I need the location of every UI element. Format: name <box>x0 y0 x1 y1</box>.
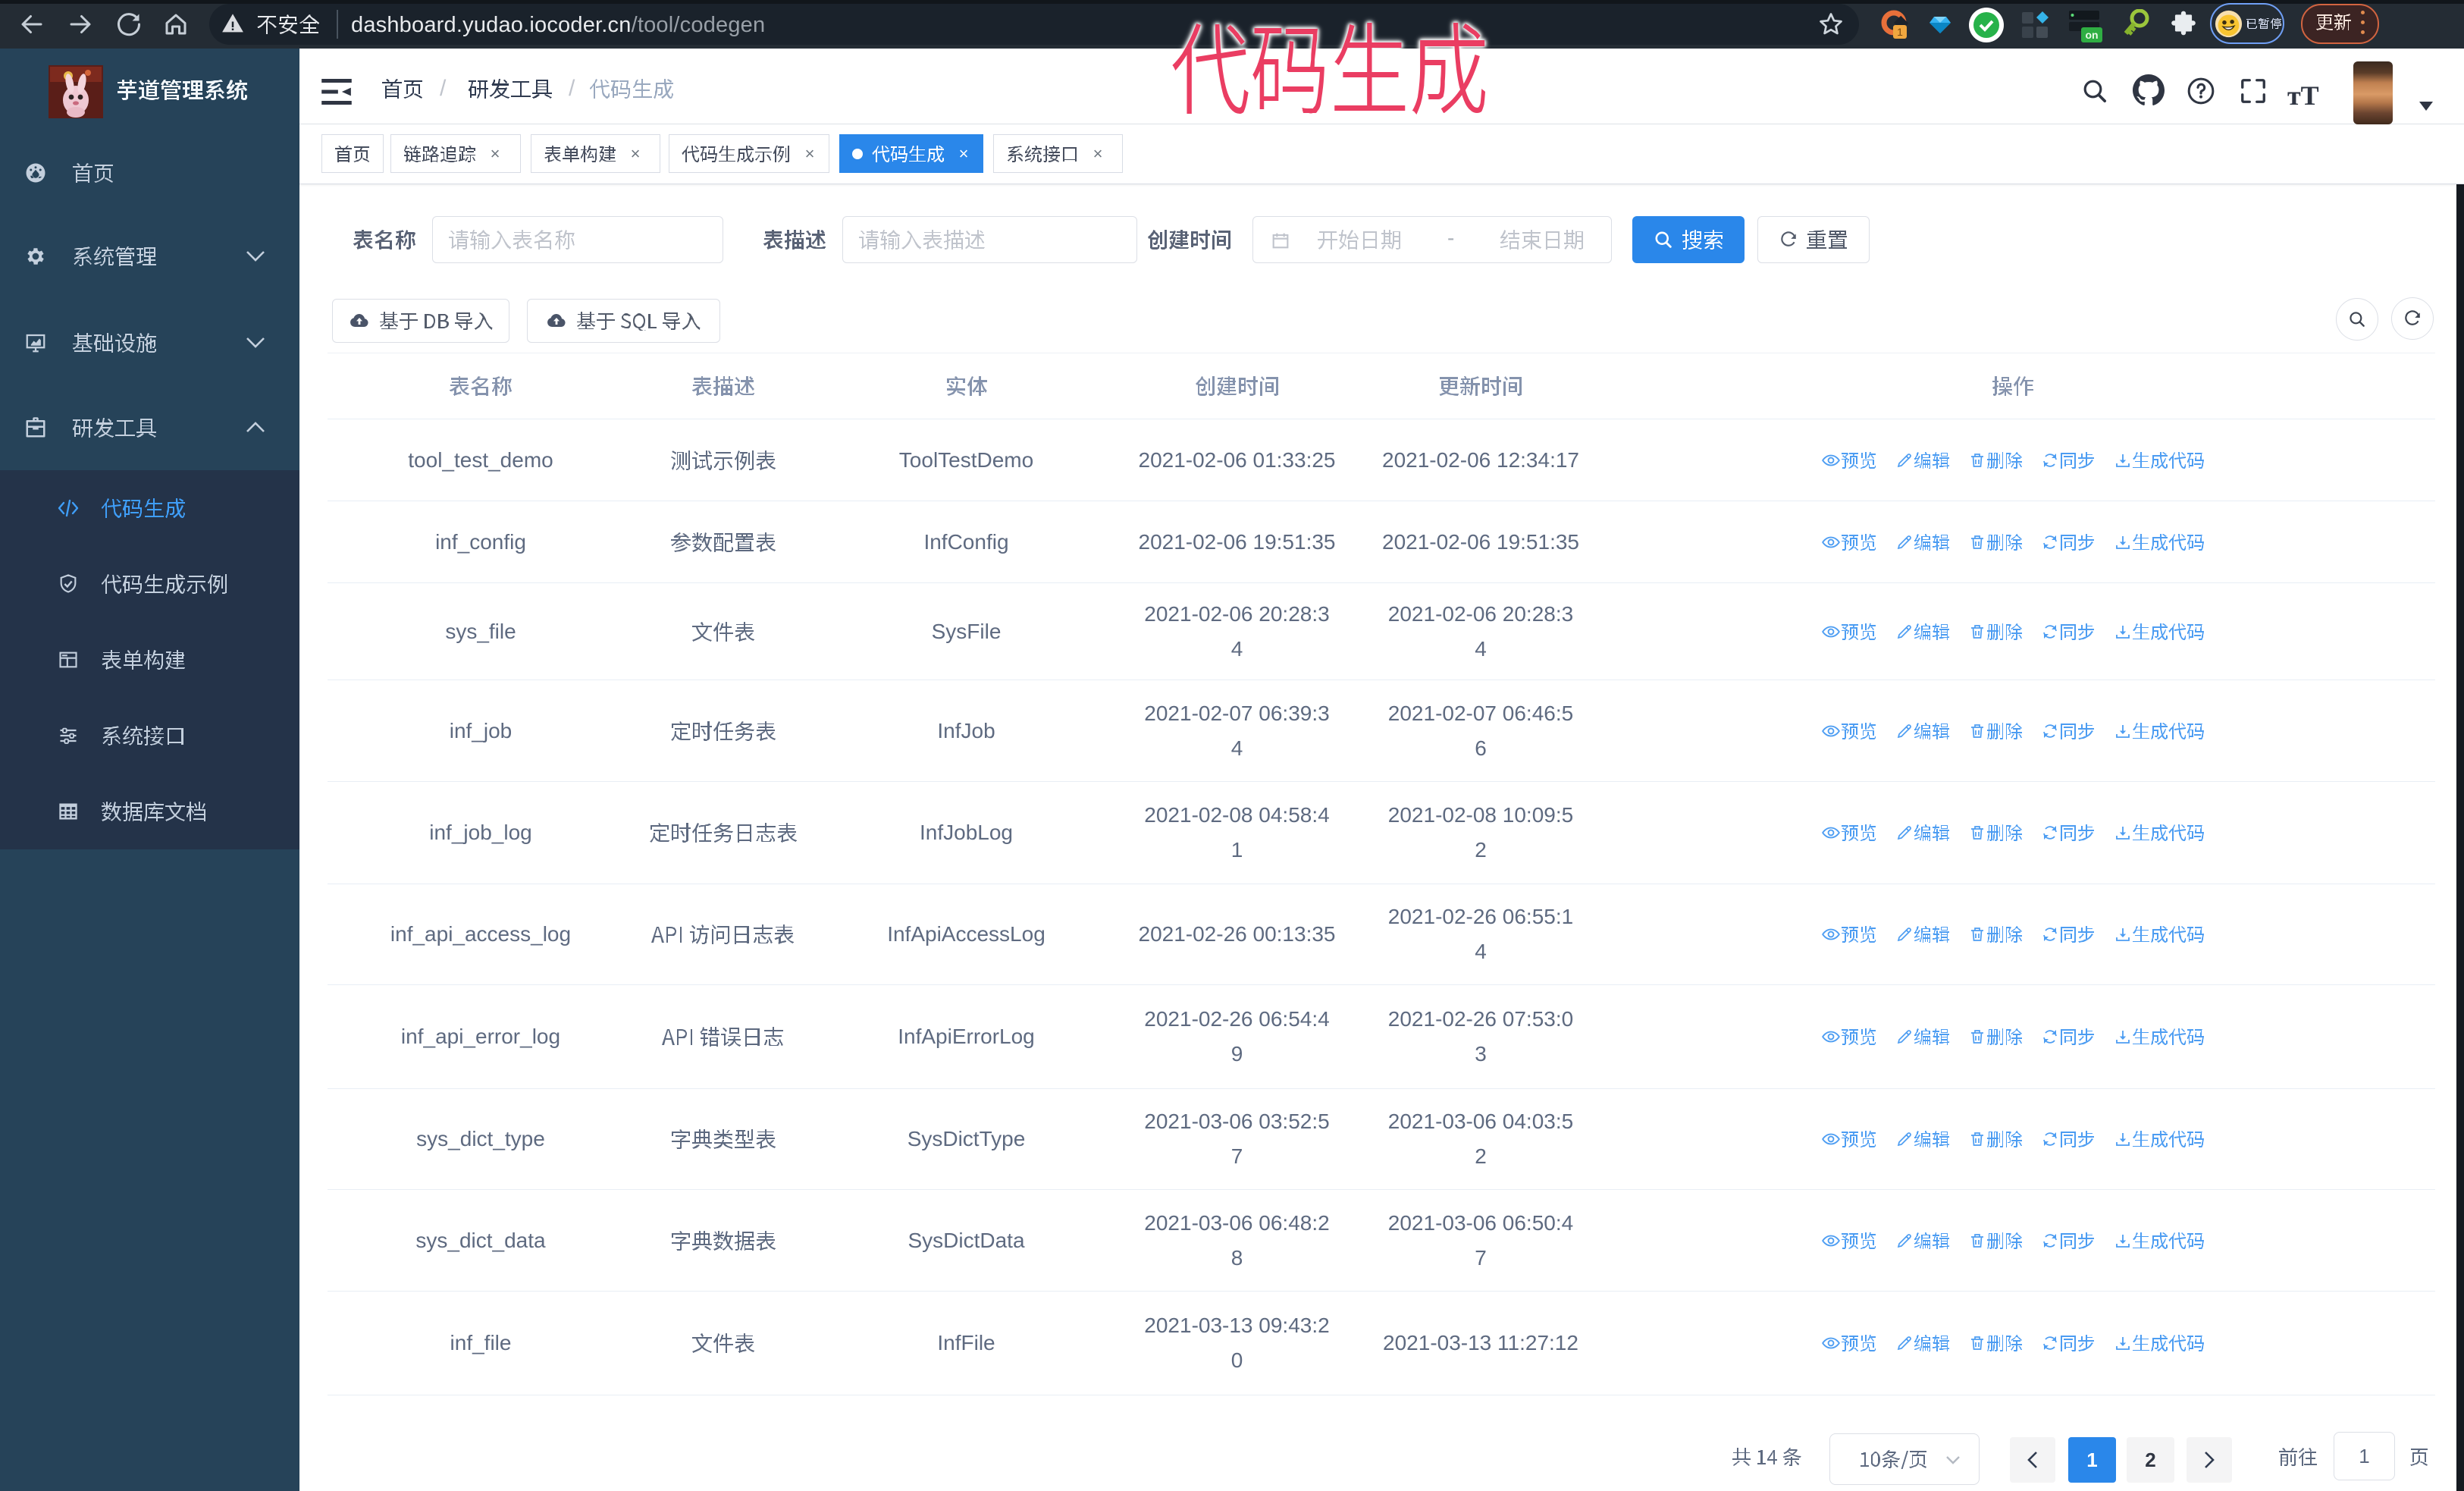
svg-text:1: 1 <box>1897 26 1903 38</box>
svg-text:on: on <box>2085 29 2098 41</box>
